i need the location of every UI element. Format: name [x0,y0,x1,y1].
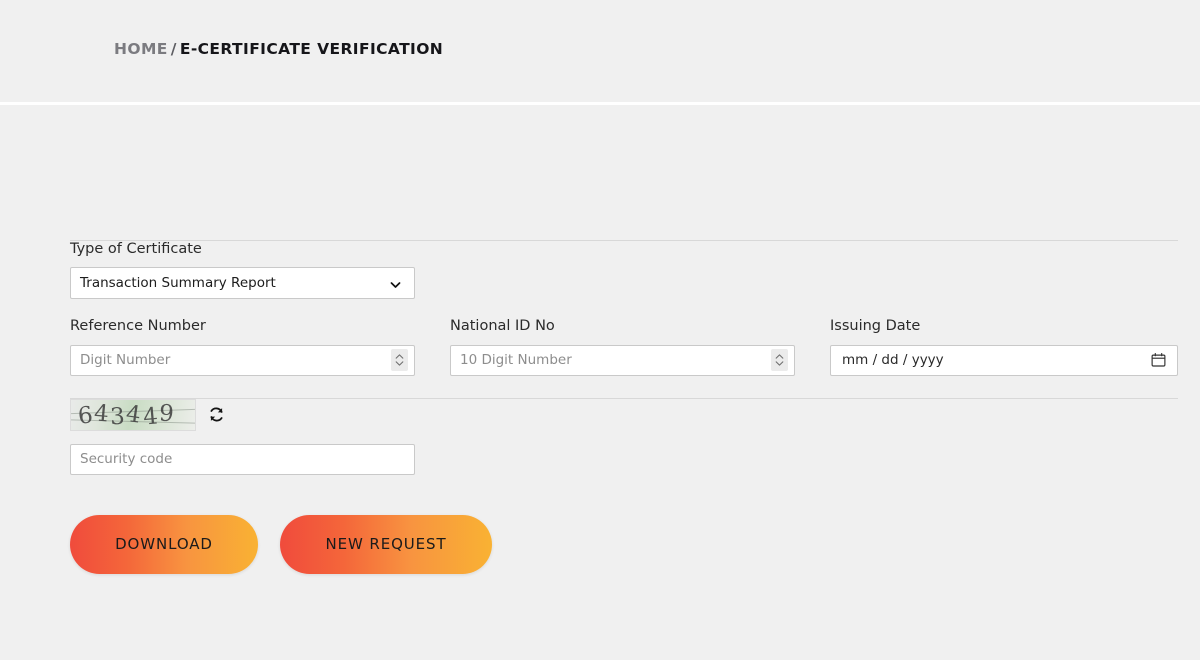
reference-number-stepper[interactable] [391,349,408,372]
captcha-code-text: 643449 [77,400,176,430]
reference-number-label: Reference Number [70,318,206,335]
national-id-stepper[interactable] [771,349,788,372]
issuing-date-label: Issuing Date [830,318,921,335]
certificate-type-select[interactable]: Transaction Summary Report [70,267,415,300]
breadcrumb-current-page: E-CERTIFICATE VERIFICATION [179,40,444,58]
captcha-row: 643449 [70,398,1178,431]
reference-number-placeholder: Digit Number [80,352,171,369]
national-id-placeholder: 10 Digit Number [460,352,572,369]
breadcrumb-home-link[interactable]: HOME [114,40,168,58]
issuing-date-input[interactable]: mm / dd / yyyy [830,344,1178,376]
captcha-image: 643449 [70,398,196,431]
form-actions: DOWNLOAD NEW REQUEST [70,514,1178,574]
calendar-icon[interactable] [1151,353,1166,368]
issuing-date-value: mm / dd / yyyy [842,352,944,369]
new-request-button[interactable]: NEW REQUEST [280,514,492,574]
certificate-type-label: Type of Certificate [70,241,202,257]
certificate-type-group: Type of Certificate Transaction Summary … [70,241,1178,300]
issuing-date-group: Issuing Date mm / dd / yyyy [830,318,1178,376]
captcha-digit: 9 [157,400,176,428]
breadcrumb-separator: / [170,40,177,58]
chevron-down-icon [389,277,402,290]
breadcrumb: HOME / E-CERTIFICATE VERIFICATION [114,40,443,58]
reference-number-group: Reference Number Digit Number [70,318,415,376]
security-code-placeholder: Security code [80,451,173,468]
national-id-group: National ID No 10 Digit Number [450,318,795,376]
download-button[interactable]: DOWNLOAD [70,514,258,574]
page-header: HOME / E-CERTIFICATE VERIFICATION [0,0,1200,105]
verification-form: Type of Certificate Transaction Summary … [70,240,1178,574]
security-code-input[interactable]: Security code [70,443,415,475]
reference-number-input[interactable]: Digit Number [70,344,415,376]
national-id-label: National ID No [450,318,555,335]
national-id-input[interactable]: 10 Digit Number [450,344,795,376]
certificate-type-value: Transaction Summary Report [80,275,276,292]
identification-fields-row: Reference Number Digit Number National I… [70,318,1178,376]
refresh-icon[interactable] [207,405,226,424]
